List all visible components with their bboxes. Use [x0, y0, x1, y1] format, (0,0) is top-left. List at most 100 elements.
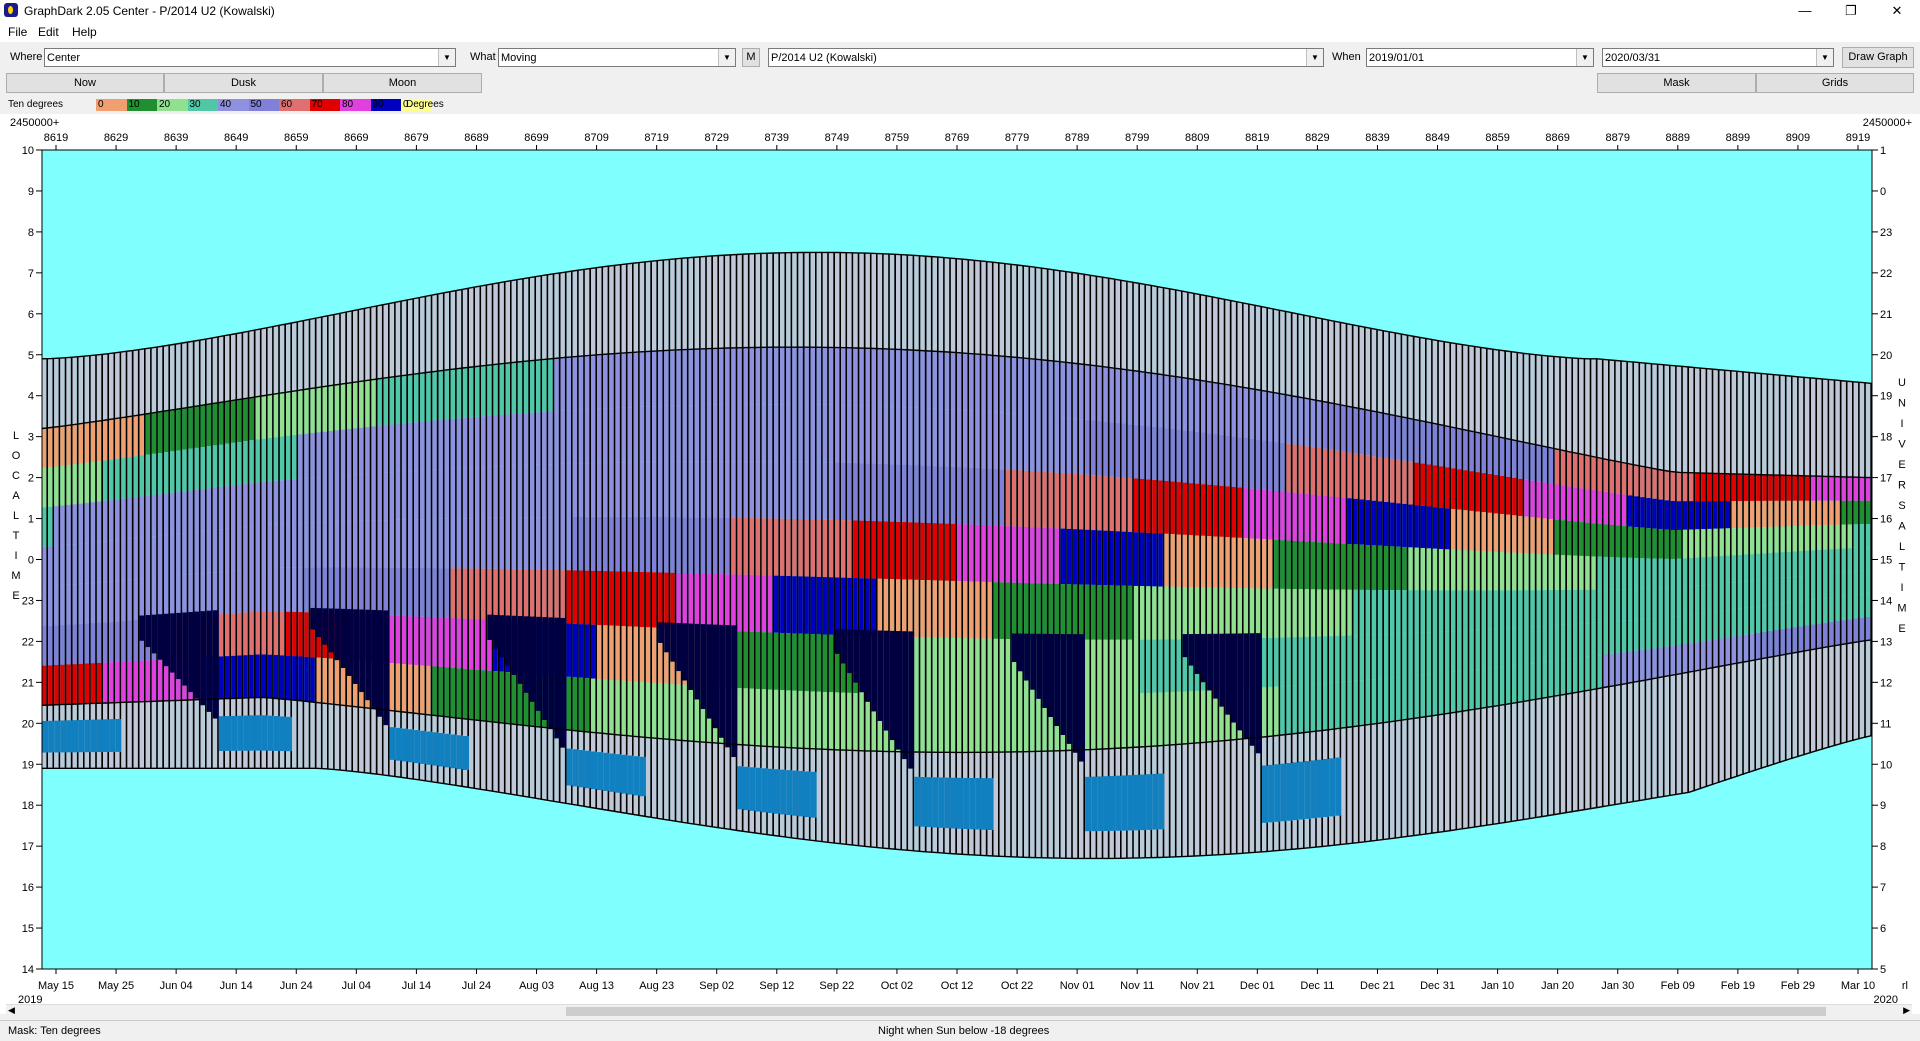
legend-unit: Degrees [406, 99, 444, 110]
twilight-bar [774, 252, 779, 348]
twilight-bar [273, 325, 279, 394]
stripe-gap [1693, 367, 1696, 792]
altitude-band [1609, 460, 1615, 493]
altitude-band [963, 524, 968, 582]
altitude-band [737, 574, 742, 632]
object-select[interactable]: P/2014 U2 (Kowalski) ▼ [768, 48, 1324, 67]
altitude-band [859, 693, 864, 751]
stripe-gap [1559, 356, 1561, 814]
altitude-band [133, 456, 138, 498]
menu-file[interactable]: File [8, 25, 27, 39]
chevron-down-icon[interactable]: ▼ [1816, 49, 1833, 66]
close-icon[interactable]: ✕ [1874, 0, 1920, 22]
altitude-band [54, 665, 59, 705]
altitude-band [511, 569, 517, 621]
altitude-band [841, 347, 846, 406]
draw-graph-button[interactable]: Draw Graph [1842, 47, 1914, 68]
scroll-left-icon[interactable]: ◀ [8, 1005, 15, 1016]
altitude-band [371, 379, 376, 427]
left-tick-label: 19 [22, 759, 34, 771]
what-select[interactable]: Moving ▼ [498, 48, 736, 67]
twilight-bar [1042, 751, 1047, 858]
stripe-gap [1845, 380, 1848, 743]
stripe-gap [955, 258, 957, 854]
stripe-gap [284, 324, 286, 769]
twilight-bar [1432, 715, 1438, 833]
scroll-thumb[interactable] [566, 1007, 1826, 1016]
altitude-band [560, 463, 565, 518]
where-select[interactable]: Center ▼ [44, 48, 456, 67]
altitude-band [719, 404, 724, 462]
grids-button[interactable]: Grids [1756, 73, 1914, 93]
altitude-band [1506, 665, 1511, 704]
twilight-bar [231, 333, 236, 401]
altitude-band [475, 366, 480, 417]
altitude-band [225, 571, 230, 614]
twilight-bar [145, 348, 150, 414]
mask-button[interactable]: Mask [1597, 73, 1756, 93]
m-button[interactable]: M [742, 48, 760, 67]
altitude-band [389, 663, 395, 711]
altitude-band [950, 409, 956, 467]
altitude-band [938, 637, 944, 696]
altitude-band [1750, 633, 1755, 661]
altitude-band [1079, 584, 1084, 640]
graph-canvas[interactable]: 2450000+ 2450000+8619 8629 8639 8649 8659 8669… [0, 114, 1920, 1014]
twilight-bar [1530, 699, 1535, 818]
chevron-down-icon[interactable]: ▼ [1576, 49, 1593, 66]
dusk-button[interactable]: Dusk [164, 73, 323, 93]
chevron-down-icon[interactable]: ▼ [718, 49, 735, 66]
altitude-band [1542, 625, 1547, 662]
object-value: P/2014 U2 (Kowalski) [771, 52, 877, 64]
altitude-band [1823, 598, 1828, 623]
moon-button[interactable]: Moon [323, 73, 482, 93]
right-axis-letter: I [1900, 418, 1903, 430]
altitude-band [359, 474, 364, 521]
altitude-band [383, 425, 388, 473]
twilight-bar [1658, 364, 1663, 470]
altitude-band [273, 611, 279, 656]
altitude-band [1011, 469, 1017, 527]
start-date-select[interactable]: 2019/01/01 ▼ [1366, 48, 1594, 67]
altitude-band [432, 371, 437, 421]
altitude-band [566, 623, 571, 677]
chevron-down-icon[interactable]: ▼ [438, 49, 455, 66]
end-date-select[interactable]: 2020/03/31 ▼ [1602, 48, 1834, 67]
menu-help[interactable]: Help [72, 25, 97, 39]
altitude-band [1756, 580, 1761, 607]
visibility-graph[interactable]: 2450000+ 2450000+ 8619 8629 8639 8649 8659 8669… [0, 114, 1920, 1014]
altitude-band [1554, 484, 1560, 520]
altitude-band [450, 468, 456, 519]
app-icon[interactable] [4, 3, 18, 17]
minimize-icon[interactable]: — [1782, 0, 1828, 22]
stripe-gap [1022, 265, 1025, 858]
altitude-band [1426, 632, 1432, 675]
menu-edit[interactable]: Edit [38, 25, 59, 39]
twilight-bar [1353, 325, 1358, 408]
altitude-band [1097, 421, 1102, 476]
altitude-band [774, 575, 779, 633]
twilight-bar [188, 699, 193, 769]
restore-icon[interactable]: ❐ [1828, 0, 1874, 22]
twilight-bar [676, 740, 681, 822]
altitude-band [957, 524, 962, 582]
altitude-band [1359, 680, 1364, 726]
altitude-band [1310, 589, 1316, 637]
twilight-bar [1262, 307, 1267, 392]
altitude-band [1146, 586, 1151, 640]
stripe-gap [1772, 374, 1775, 765]
scroll-right-icon[interactable]: ▶ [1903, 1005, 1910, 1016]
altitude-band [975, 354, 980, 412]
altitude-band [1140, 639, 1145, 694]
twilight-bar [1743, 372, 1749, 475]
horizontal-scrollbar[interactable]: ◀ ▶ [6, 1004, 1912, 1019]
chevron-down-icon[interactable]: ▼ [1306, 49, 1323, 66]
twilight-bar [1316, 318, 1322, 401]
twilight-bar [987, 261, 992, 356]
twilight-bar [353, 706, 358, 772]
stripe-gap [70, 357, 73, 769]
altitude-band [1573, 555, 1578, 590]
now-button[interactable]: Now [6, 73, 164, 93]
twilight-bar [1652, 364, 1657, 469]
altitude-band [389, 519, 395, 568]
